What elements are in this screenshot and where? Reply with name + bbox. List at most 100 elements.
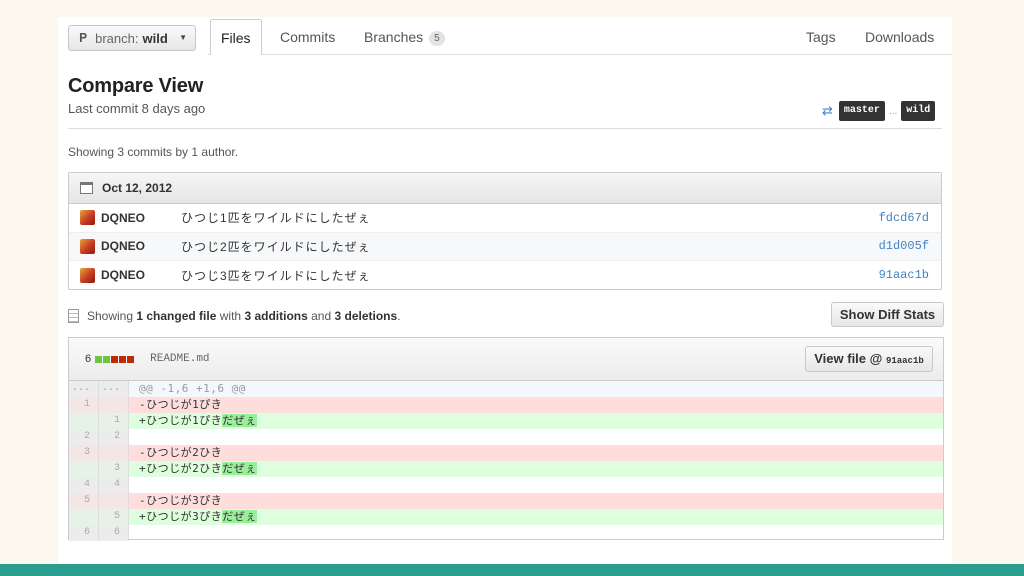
commit-author[interactable]: DQNEO — [101, 239, 181, 253]
deletions-count: 3 deletions — [334, 309, 398, 323]
diff-line-deletion: 5 -ひつじが3ぴき — [69, 493, 943, 509]
summary-text: . — [397, 309, 401, 323]
branch-selector-button[interactable]: 𝚸 branch: wild ▼ — [68, 25, 196, 51]
file-icon — [68, 309, 79, 323]
commit-author[interactable]: DQNEO — [101, 211, 181, 225]
old-line-number[interactable] — [69, 413, 99, 429]
commit-date-header: Oct 12, 2012 — [69, 173, 941, 204]
diff-code-text: +ひつじが2ひき — [139, 462, 223, 475]
header-divider — [68, 128, 942, 129]
new-line-number[interactable] — [99, 493, 129, 509]
file-diff: 6 README.md View file @ 91aac1b ... ... … — [68, 337, 944, 541]
diff-line-deletion: 3 -ひつじが2ひき — [69, 445, 943, 461]
calendar-icon — [80, 182, 93, 194]
diff-highlight: だぜぇ — [222, 414, 257, 427]
branch-prefix: branch: — [95, 30, 139, 46]
commit-row: DQNEO ひつじ1匹をワイルドにしたぜぇ fdcd67d — [69, 204, 941, 233]
diff-code: +ひつじが1ぴきだぜぇ — [129, 413, 943, 429]
new-line-number[interactable]: 4 — [99, 477, 129, 493]
diff-code-text: +ひつじが3ぴき — [139, 510, 223, 523]
view-file-label: View file @ — [814, 351, 883, 366]
compare-page: 𝚸 branch: wild ▼ Files Commits Branches 5… — [58, 17, 952, 565]
new-line-number[interactable]: ... — [99, 381, 129, 397]
diffstat-del-block — [119, 355, 127, 363]
tab-label: Branches — [364, 29, 424, 45]
diff-line-addition: 3 +ひつじが2ひきだぜぇ — [69, 461, 943, 477]
new-line-number[interactable]: 3 — [99, 461, 129, 477]
new-line-number[interactable]: 6 — [99, 525, 129, 541]
tab-tags[interactable]: Tags — [806, 25, 836, 49]
commit-sha-link[interactable]: 91aac1b — [879, 268, 929, 282]
new-line-number[interactable]: 5 — [99, 509, 129, 525]
diff-line-addition: 5 +ひつじが3ぴきだぜぇ — [69, 509, 943, 525]
old-line-number[interactable]: ... — [69, 381, 99, 397]
new-line-number[interactable]: 2 — [99, 429, 129, 445]
diff-code-text: +ひつじが1ぴき — [139, 414, 223, 427]
diff-filename[interactable]: README.md — [150, 353, 209, 365]
tab-downloads[interactable]: Downloads — [865, 25, 934, 49]
old-line-number[interactable] — [69, 509, 99, 525]
page-title: Compare View — [68, 75, 204, 97]
commits-table: Oct 12, 2012 DQNEO ひつじ1匹をワイルドにしたぜぇ fdcd6… — [68, 172, 942, 290]
diff-code: +ひつじが2ひきだぜぇ — [129, 461, 943, 477]
show-diff-stats-button[interactable]: Show Diff Stats — [831, 302, 944, 327]
tab-commits[interactable]: Commits — [280, 25, 335, 49]
old-line-number[interactable]: 4 — [69, 477, 99, 493]
diff-line-context: 2 2 — [69, 429, 943, 445]
avatar[interactable] — [80, 238, 95, 254]
commit-message[interactable]: ひつじ2匹をワイルドにしたぜぇ — [181, 238, 879, 255]
commit-sha-link[interactable]: d1d005f — [879, 239, 929, 253]
compare-refs: ⇄ master ... wild — [822, 101, 936, 121]
diffstat-del-block — [111, 355, 119, 363]
changed-files-count: 1 changed file — [136, 309, 217, 323]
file-diff-header: 6 README.md View file @ 91aac1b — [69, 338, 943, 381]
diff-highlight: だぜぇ — [222, 510, 257, 523]
diff-code — [129, 477, 943, 493]
branch-icon: 𝚸 — [79, 30, 88, 45]
tab-label: Downloads — [865, 29, 935, 45]
diffstat-count: 6 — [85, 353, 92, 365]
commit-author[interactable]: DQNEO — [101, 268, 181, 282]
summary-text: and — [311, 309, 332, 323]
new-line-number[interactable] — [99, 445, 129, 461]
new-line-number[interactable]: 1 — [99, 413, 129, 429]
diffstat-add-block — [103, 355, 111, 363]
old-line-number[interactable]: 2 — [69, 429, 99, 445]
base-ref-tag[interactable]: master — [838, 101, 885, 121]
avatar[interactable] — [80, 267, 95, 283]
head-ref-tag[interactable]: wild — [901, 101, 936, 121]
old-line-number[interactable]: 6 — [69, 525, 99, 541]
old-line-number[interactable]: 5 — [69, 493, 99, 509]
tab-files[interactable]: Files — [210, 19, 262, 55]
new-line-number[interactable] — [99, 397, 129, 413]
diff-line-deletion: 1 -ひつじが1ぴき — [69, 397, 943, 413]
diffstat-del-block — [127, 355, 135, 363]
ref-separator: ... — [888, 105, 898, 117]
diff-code — [129, 525, 943, 541]
branches-count-badge: 5 — [429, 31, 445, 46]
diff-code — [129, 429, 943, 445]
tab-branches[interactable]: Branches 5 — [364, 25, 445, 49]
commit-message[interactable]: ひつじ1匹をワイルドにしたぜぇ — [181, 209, 879, 226]
diff-code: @@ -1,6 +1,6 @@ — [129, 381, 943, 397]
diff-hunk-header: ... ... @@ -1,6 +1,6 @@ — [69, 381, 943, 397]
commit-message[interactable]: ひつじ3匹をワイルドにしたぜぇ — [181, 267, 879, 284]
view-file-button[interactable]: View file @ 91aac1b — [805, 346, 933, 372]
avatar[interactable] — [80, 210, 95, 226]
diff-code: +ひつじが3ぴきだぜぇ — [129, 509, 943, 525]
diff-line-context: 4 4 — [69, 477, 943, 493]
summary-text: with — [219, 309, 242, 323]
diff-code: -ひつじが3ぴき — [129, 493, 943, 509]
tab-label: Commits — [280, 29, 336, 45]
commit-row: DQNEO ひつじ2匹をワイルドにしたぜぇ d1d005f — [69, 232, 941, 261]
old-line-number[interactable]: 1 — [69, 397, 99, 413]
commit-sha-link[interactable]: fdcd67d — [879, 211, 929, 225]
old-line-number[interactable]: 3 — [69, 445, 99, 461]
old-line-number[interactable] — [69, 461, 99, 477]
diff-highlight: だぜぇ — [222, 462, 257, 475]
commits-summary: Showing 3 commits by 1 author. — [68, 145, 239, 159]
diffstat-add-block — [95, 355, 103, 363]
chevron-down-icon: ▼ — [179, 33, 187, 42]
summary-text: Showing — [87, 309, 134, 323]
swap-icon[interactable]: ⇄ — [822, 104, 833, 119]
